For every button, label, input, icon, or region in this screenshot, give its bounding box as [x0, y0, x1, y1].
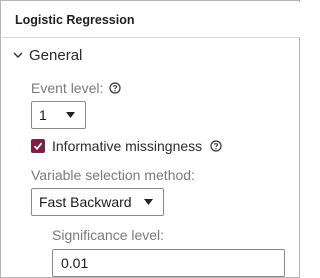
caret-down-icon	[66, 112, 75, 118]
section-label: General	[29, 46, 83, 64]
event-level-label-text: Event level:	[31, 80, 104, 96]
event-level-select[interactable]: 1	[31, 101, 86, 129]
panel-title: Logistic Regression	[15, 13, 135, 27]
chevron-down-icon	[13, 52, 23, 58]
variable-selection-select[interactable]: Fast Backward	[31, 188, 164, 216]
significance-level-input[interactable]	[52, 249, 285, 277]
variable-selection-label: Variable selection method:	[31, 167, 195, 183]
event-level-label: Event level:	[31, 80, 121, 96]
variable-selection-label-text: Variable selection method:	[31, 167, 195, 183]
caret-down-icon	[144, 199, 153, 205]
section-toggle-general[interactable]: General	[12, 45, 82, 65]
event-level-value: 1	[39, 107, 47, 123]
significance-level-label: Significance level:	[52, 227, 164, 243]
informative-missingness-row: Informative missingness	[31, 137, 222, 155]
properties-panel: Logistic Regression General Event level:…	[0, 0, 300, 278]
informative-missingness-label: Informative missingness	[52, 138, 203, 154]
significance-level-label-text: Significance level:	[52, 227, 165, 243]
informative-missingness-checkbox[interactable]	[31, 139, 45, 153]
panel-header: Logistic Regression	[2, 2, 300, 38]
help-icon[interactable]	[109, 82, 121, 94]
variable-selection-value: Fast Backward	[39, 194, 132, 210]
checkmark-icon	[33, 142, 43, 151]
help-icon[interactable]	[210, 140, 222, 152]
